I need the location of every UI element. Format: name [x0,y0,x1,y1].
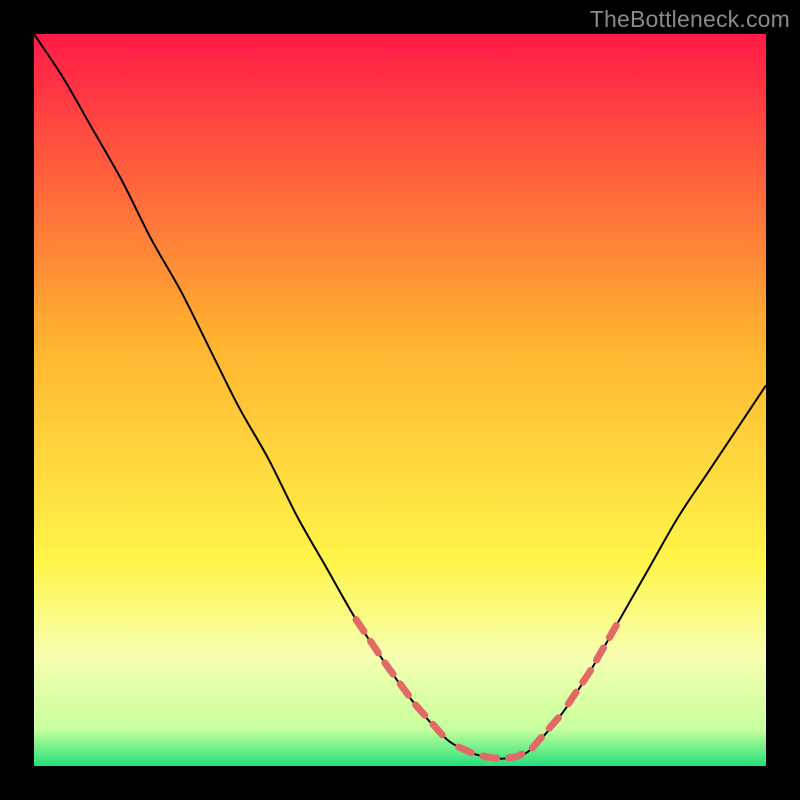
chart-frame: TheBottleneck.com [0,0,800,800]
plot-area [34,34,766,766]
watermark-text: TheBottleneck.com [590,6,790,33]
highlight-segment [459,715,561,759]
bottleneck-curve [34,34,766,766]
highlight-segment [356,620,444,737]
highlight-segment [568,620,619,704]
